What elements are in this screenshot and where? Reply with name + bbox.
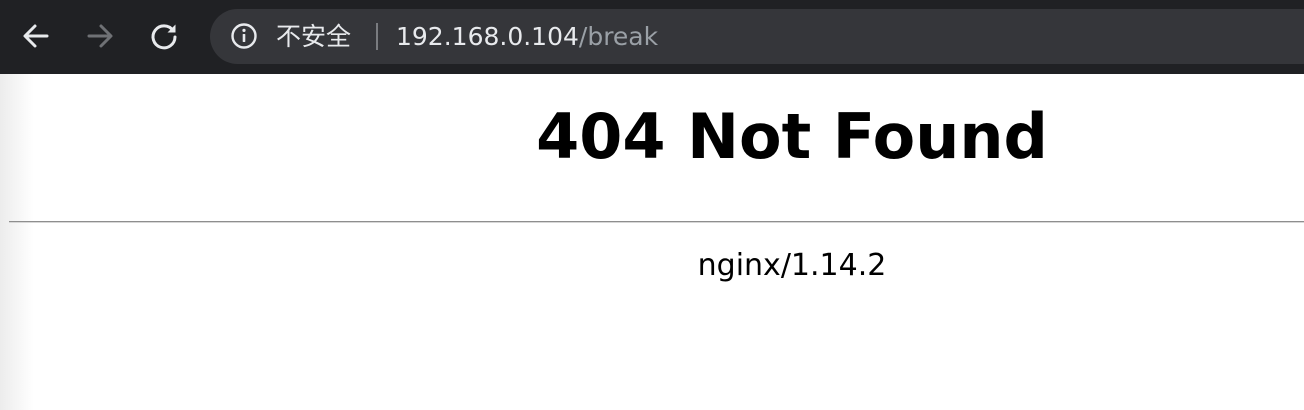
omnibox-divider [376,23,378,50]
reload-button[interactable] [145,17,183,55]
arrow-left-icon [23,24,49,48]
info-icon[interactable] [230,22,258,50]
divider [9,221,1304,223]
address-bar[interactable]: 不安全 192.168.0.104/break [210,9,1304,64]
page-title: 404 Not Found [536,100,1048,173]
page-content: 404 Not Found nginx/1.14.2 [0,74,1304,410]
browser-toolbar: 不安全 192.168.0.104/break [0,0,1304,74]
security-status-label[interactable]: 不安全 [276,9,351,64]
reload-icon [151,24,177,50]
back-button[interactable] [17,17,55,55]
url-host: 192.168.0.104 [396,22,579,51]
server-signature: nginx/1.14.2 [697,248,887,283]
arrow-right-icon [87,24,113,48]
url-path: /break [578,22,659,51]
forward-button[interactable] [81,17,119,55]
url-text[interactable]: 192.168.0.104/break [396,9,658,64]
